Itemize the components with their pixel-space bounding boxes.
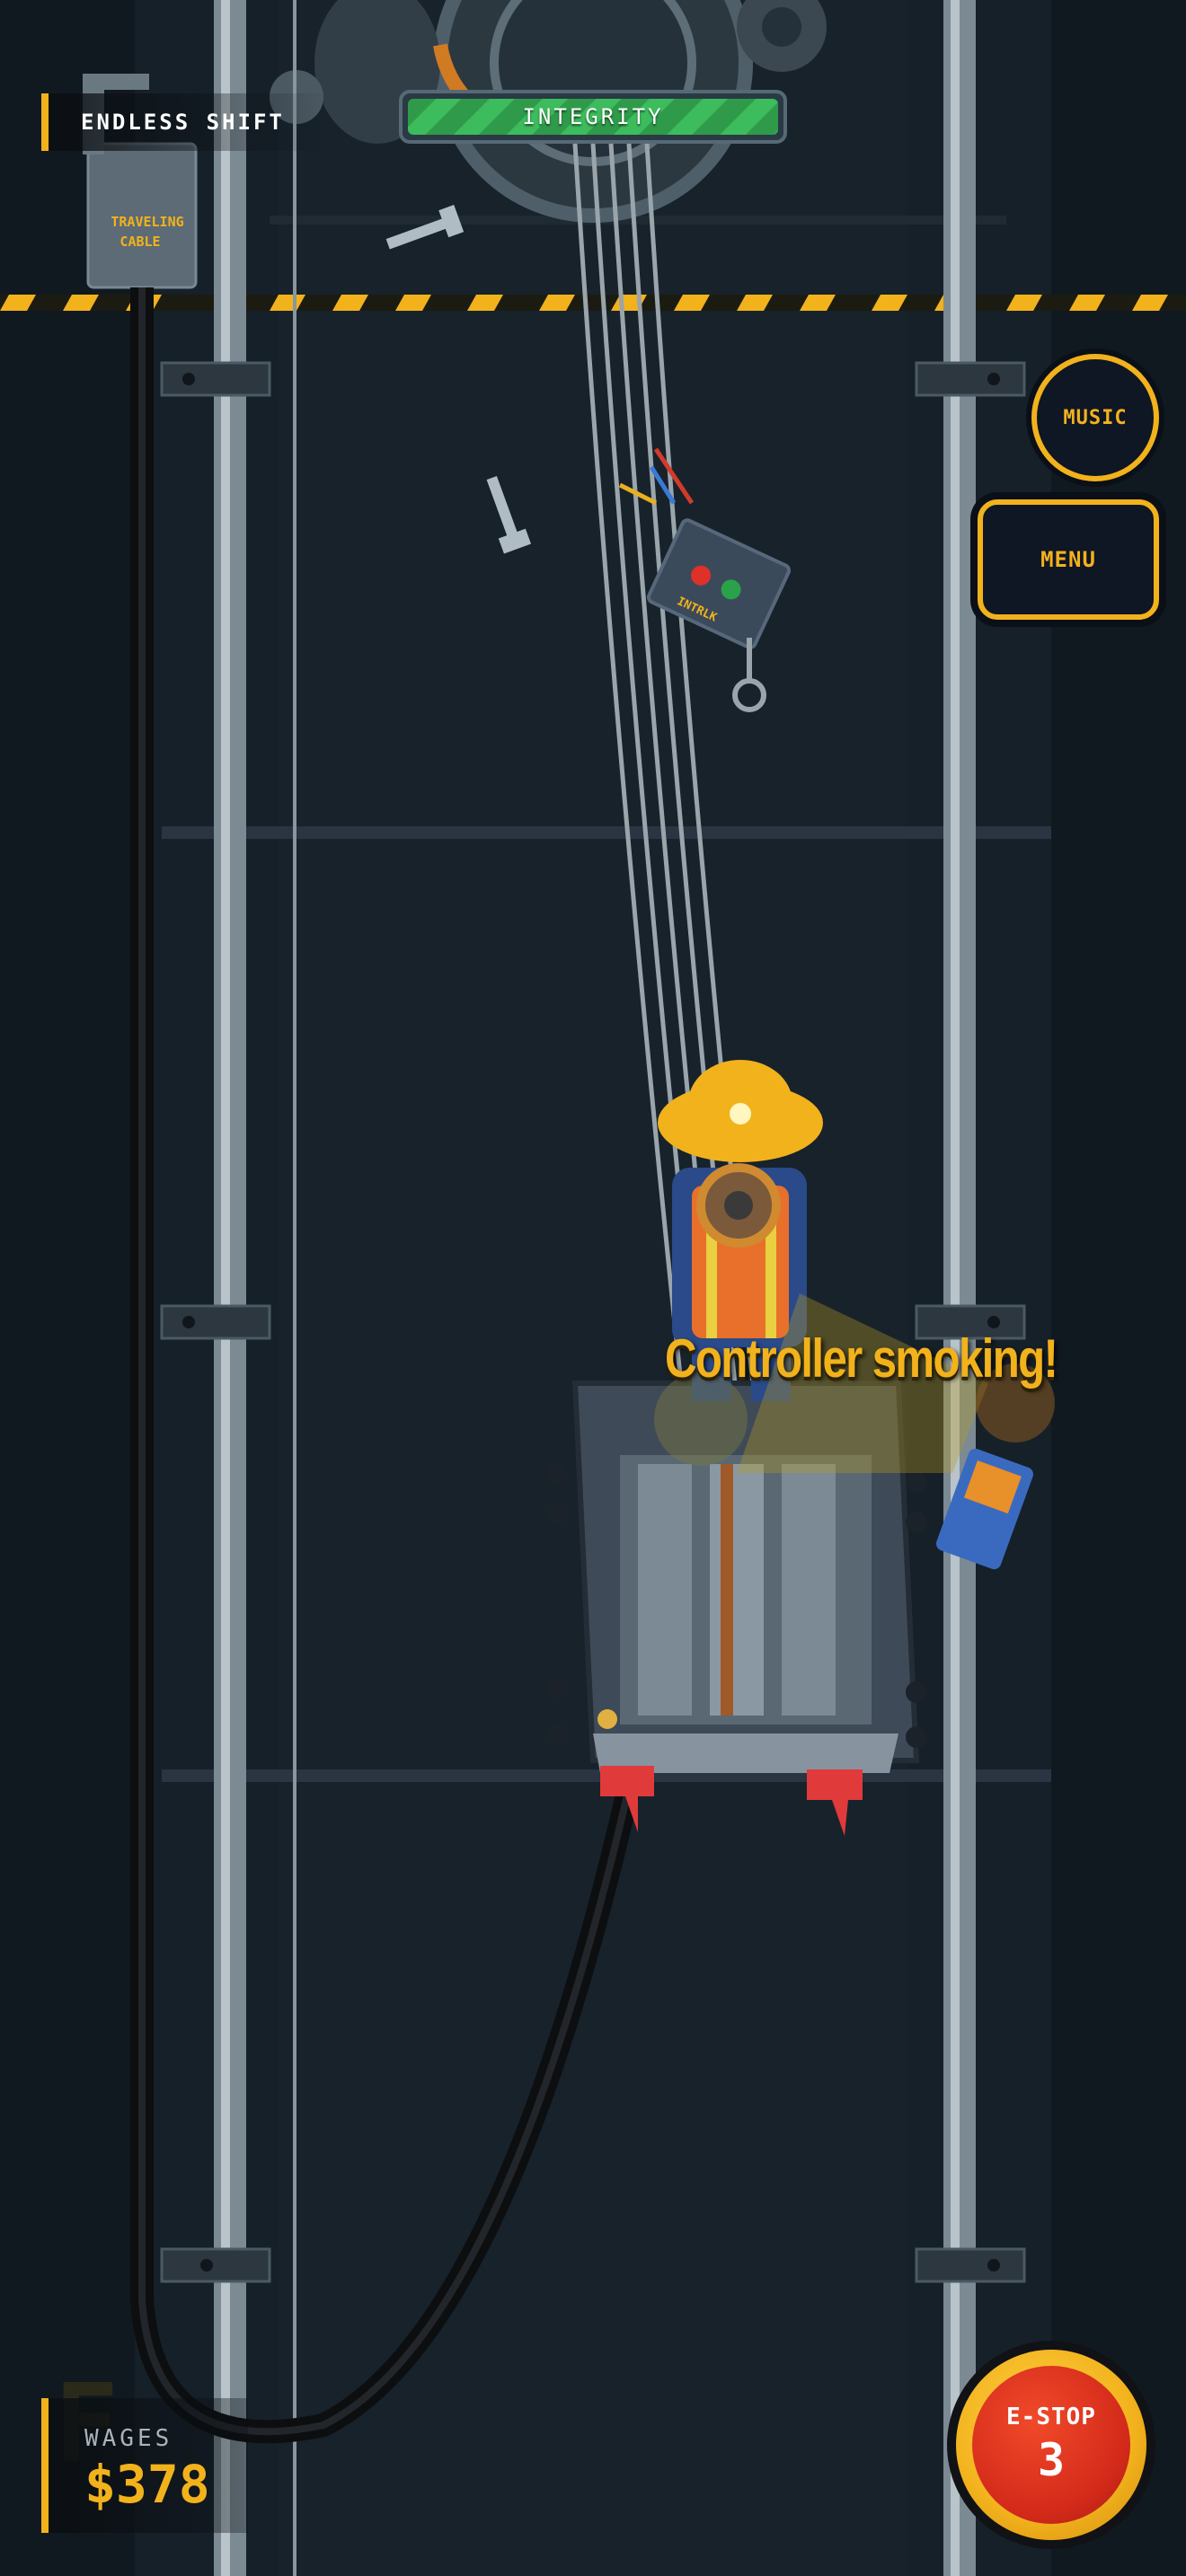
wages-label: WAGES	[84, 2425, 173, 2452]
mode-title-panel: ENDLESS SHIFT	[41, 93, 329, 151]
hazard-stripe	[0, 295, 1186, 311]
wages-value: $378	[84, 2454, 210, 2515]
mode-title: ENDLESS SHIFT	[81, 110, 285, 135]
elevator-shaft-scene: TRAVELING CABLE INTRLK	[0, 0, 1186, 2576]
integrity-fill: INTEGRITY	[408, 99, 778, 135]
integrity-label: INTEGRITY	[522, 104, 664, 129]
wages-panel: WAGES $378	[41, 2398, 248, 2533]
music-button[interactable]: MUSIC	[1031, 354, 1159, 481]
game-stage: TRAVELING CABLE INTRLK ENDLESS SHIFT INT…	[0, 0, 1186, 2576]
estop-face: E-STOP 3	[972, 2366, 1130, 2524]
cable-box-label-1: TRAVELING	[111, 214, 183, 230]
estop-ring: E-STOP 3	[956, 2350, 1146, 2540]
event-message: Controller smoking!	[665, 1328, 1058, 1389]
cable-box-label-2: CABLE	[119, 234, 160, 250]
estop-button[interactable]: E-STOP 3	[947, 2341, 1155, 2549]
menu-button[interactable]: MENU	[978, 499, 1159, 620]
integrity-meter: INTEGRITY	[399, 90, 787, 144]
estop-count: 3	[1037, 2434, 1066, 2486]
estop-label: E-STOP	[1006, 2404, 1096, 2430]
